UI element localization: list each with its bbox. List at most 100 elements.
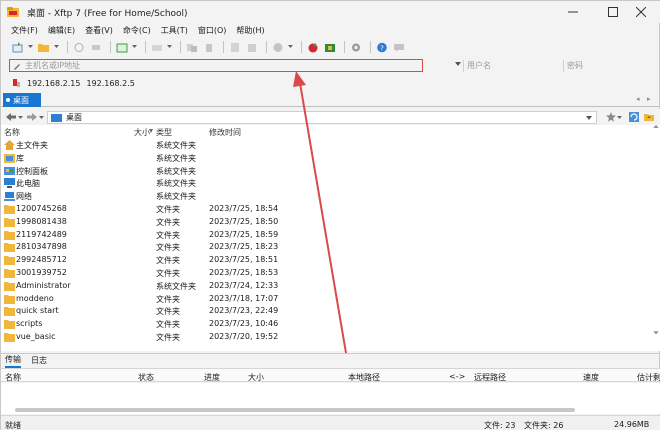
chat-button[interactable] (392, 41, 406, 53)
xftp-button[interactable] (323, 41, 337, 53)
column-modified[interactable]: 修改时间 (209, 127, 241, 138)
help-button[interactable]: ? (375, 41, 389, 53)
stop-dropdown[interactable] (288, 41, 294, 53)
file-row[interactable]: vue_basic 文件夹 2023/7/20, 19:52 (1, 331, 660, 344)
close-button[interactable] (621, 1, 660, 23)
path-field[interactable]: 桌面 (47, 111, 597, 124)
xshell-button[interactable] (306, 41, 320, 53)
stop-button[interactable] (271, 41, 285, 53)
sort-indicator-icon (149, 129, 153, 133)
file-row[interactable]: quick start 文件夹 2023/7/23, 22:49 (1, 305, 660, 318)
file-row[interactable]: 库 系统文件夹 (1, 152, 660, 165)
scrollbar-thumb[interactable] (15, 408, 575, 412)
delete-button[interactable] (202, 41, 216, 53)
column-type[interactable]: 类型 (156, 127, 172, 138)
file-row[interactable]: 主文件夹 系统文件夹 (1, 139, 660, 152)
session-link[interactable]: 192.168.2.15 (27, 79, 80, 88)
new-session-icon (12, 41, 23, 52)
address-dropdown-icon[interactable] (455, 62, 461, 66)
delete-icon (206, 43, 212, 52)
column-size[interactable]: 大小 (134, 127, 150, 138)
xfer-col-speed[interactable]: 速度 (583, 372, 599, 383)
horizontal-scrollbar[interactable] (5, 407, 655, 413)
xfer-col-progress[interactable]: 进度 (204, 372, 220, 383)
tab-scroll-left-icon[interactable]: ◂ (636, 95, 640, 103)
new-session-button[interactable] (11, 41, 25, 53)
menu-help[interactable]: 帮助(H) (236, 25, 264, 36)
file-row[interactable]: 控制面板 系统文件夹 (1, 165, 660, 178)
forward-button[interactable] (26, 111, 38, 123)
properties-button[interactable] (228, 41, 242, 53)
menu-file[interactable]: 文件(F) (11, 25, 38, 36)
path-dropdown-icon[interactable] (586, 116, 592, 120)
column-name[interactable]: 名称 (4, 127, 20, 138)
toolbar: ? (1, 38, 660, 56)
tab-log[interactable]: 日志 (31, 354, 47, 367)
file-row[interactable]: 2992485712 文件夹 2023/7/25, 18:51 (1, 254, 660, 267)
file-row[interactable]: 此电脑 系统文件夹 (1, 177, 660, 190)
newfolder-button[interactable] (245, 41, 259, 53)
file-row[interactable]: 1998081438 文件夹 2023/7/25, 18:50 (1, 216, 660, 229)
file-row[interactable]: moddeno 文件夹 2023/7/18, 17:07 (1, 293, 660, 306)
host-input[interactable] (25, 61, 405, 70)
tab-desktop[interactable]: 桌面 (3, 93, 41, 107)
menu-command[interactable]: 命令(C) (123, 25, 151, 36)
refresh-dropdown[interactable] (132, 41, 138, 53)
back-dropdown-icon[interactable] (18, 116, 23, 120)
refresh-path-button[interactable] (628, 111, 640, 123)
xfer-col-local-path[interactable]: 本地路径 (348, 372, 380, 383)
session-link-icon[interactable] (11, 78, 21, 88)
xfer-col-eta[interactable]: 估计剩 (637, 372, 660, 383)
stop-icon (273, 42, 283, 52)
minimize-button[interactable] (553, 1, 593, 23)
refresh-button[interactable] (115, 41, 129, 53)
file-row[interactable]: 2119742489 文件夹 2023/7/25, 18:59 (1, 229, 660, 242)
session-link[interactable]: 192.168.2.5 (86, 79, 134, 88)
transfer-dropdown[interactable] (167, 41, 173, 53)
file-row[interactable]: 3001939752 文件夹 2023/7/25, 18:53 (1, 267, 660, 280)
file-name: Administrator (16, 280, 71, 290)
file-row[interactable]: scripts 文件夹 2023/7/23, 10:46 (1, 318, 660, 331)
open-session-button[interactable] (37, 41, 51, 53)
address-divider (463, 60, 464, 72)
file-type: 系统文件夹 (156, 192, 196, 202)
forward-dropdown-icon[interactable] (39, 116, 44, 120)
file-row[interactable]: Administrator 系统文件夹 2023/7/24, 12:33 (1, 280, 660, 293)
host-address-field[interactable] (9, 59, 423, 72)
tab-transfer[interactable]: 传输 (5, 353, 21, 368)
disconnect-button[interactable] (89, 41, 103, 53)
file-type: 系统文件夹 (156, 153, 196, 163)
xfer-col-remote-path[interactable]: 远程路径 (474, 372, 506, 383)
vertical-scrollbar[interactable] (652, 125, 660, 338)
file-type: 文件夹 (156, 204, 180, 214)
back-button[interactable] (5, 111, 17, 123)
open-dropdown[interactable] (54, 41, 60, 53)
transfer-button[interactable] (150, 41, 164, 53)
reconnect-icon (74, 42, 84, 52)
options-button[interactable] (349, 41, 363, 53)
toolbar-separator (301, 41, 302, 53)
go-up-button[interactable] (643, 111, 655, 123)
file-row[interactable]: 网络 系统文件夹 (1, 190, 660, 203)
xfer-col-direction[interactable]: <-> (449, 372, 465, 381)
menu-window[interactable]: 窗口(O) (198, 25, 227, 36)
copy-button[interactable] (185, 41, 199, 53)
password-field[interactable]: 密码 (567, 60, 655, 72)
xfer-col-name[interactable]: 名称 (5, 372, 21, 383)
reconnect-button[interactable] (72, 41, 86, 53)
favorites-button[interactable] (605, 111, 617, 123)
new-session-dropdown[interactable] (28, 41, 34, 53)
file-row[interactable]: 2810347898 文件夹 2023/7/25, 18:23 (1, 241, 660, 254)
favorites-dropdown-icon[interactable] (617, 116, 622, 120)
folder-icon (4, 204, 15, 214)
file-row[interactable]: 1200745268 文件夹 2023/7/25, 18:54 (1, 203, 660, 216)
xfer-col-size[interactable]: 大小 (248, 372, 264, 383)
menu-tools[interactable]: 工具(T) (161, 25, 188, 36)
tab-scroll-right-icon[interactable]: ▸ (647, 95, 651, 103)
tab-strip: 桌面 ◂ ▸ (1, 93, 660, 107)
xfer-col-status[interactable]: 状态 (138, 372, 154, 383)
username-field[interactable]: 用户名 (467, 60, 559, 72)
menu-view[interactable]: 查看(V) (85, 25, 113, 36)
xftp-window: 桌面 - Xftp 7 (Free for Home/School) 文件(F)… (0, 0, 660, 430)
menu-edit[interactable]: 编辑(E) (48, 25, 75, 36)
